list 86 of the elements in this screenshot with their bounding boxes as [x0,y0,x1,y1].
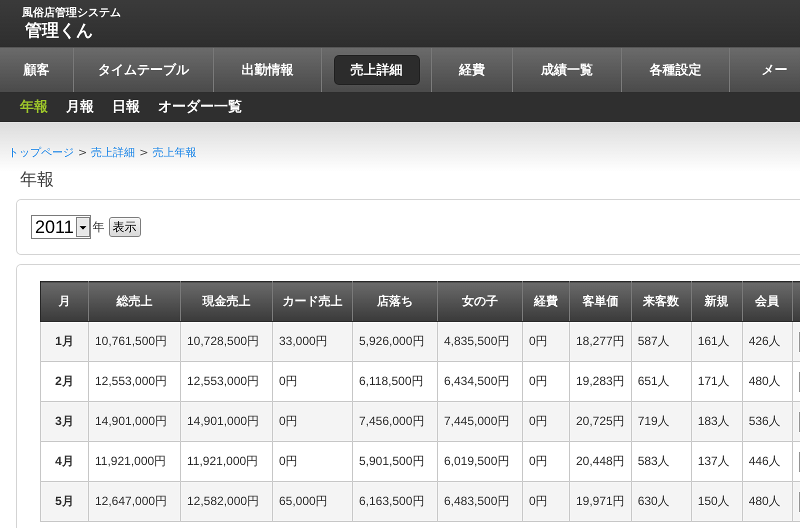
column-header: 経費 [522,282,570,322]
column-header: 女の子 [438,282,522,322]
table-cell: 426人 [742,322,792,362]
subnav-link[interactable]: 月報 [66,98,94,116]
table-cell: 65,000円 [272,482,352,522]
table-cell: 480人 [742,482,792,522]
table-cell: 7,456,000円 [352,402,438,442]
column-header: 総売上 [88,282,180,322]
table-cell: 1月 [40,322,88,362]
table-cell: 5月 [40,482,88,522]
table-cell: 12,582,000円 [180,482,272,522]
table-cell: 587人 [631,322,692,362]
table-cell: 0円 [522,362,570,402]
table-cell: 719人 [631,402,692,442]
page-title: 年報 [20,169,55,191]
year-unit: 年 [92,218,105,236]
table-cell: 14,901,000円 [88,402,180,442]
table-cell: 6,434,500円 [438,362,522,402]
table-cell: 4,835,500円 [438,322,522,362]
column-header: 客単価 [570,282,632,322]
table-cell: 19,283円 [570,362,632,402]
table-cell: 480人 [742,362,792,402]
table-cell: 6,118,500円 [352,362,438,402]
table-cell: 0円 [272,442,352,482]
show-button[interactable]: 表示 [108,217,141,237]
column-header: 来客数 [631,282,692,322]
nav-tab[interactable]: 経費 [442,55,502,85]
table-cell: 0円 [272,402,352,442]
table-cell: 11,921,000円 [180,442,272,482]
table-cell: 0円 [522,442,570,482]
table-cell: 2月 [40,362,88,402]
table-cell: 11,921,000円 [88,442,180,482]
column-header: 新規 [691,282,742,322]
table-cell: 536人 [742,402,792,442]
table-cell: 137人 [691,442,742,482]
table-cell: 171人 [691,362,742,402]
column-header: 現金売上 [180,282,272,322]
table-cell: 3月 [40,402,88,442]
table-cell: 0円 [522,322,570,362]
table-cell: 150人 [691,482,742,522]
subnav-link[interactable]: 日報 [112,98,140,116]
table-cell: 12,647,000円 [88,482,180,522]
table-cell: 14,901,000円 [180,402,272,442]
nav-tab[interactable]: 成績一覧 [524,55,610,85]
table-cell: 20,725円 [570,402,632,442]
table-cell: 5,926,000円 [352,322,438,362]
table-cell: 12,553,000円 [88,362,180,402]
subnav-link[interactable]: オーダー一覧 [158,98,242,116]
breadcrumb-separator: > [78,146,88,158]
nav-tab[interactable]: 顧客 [6,55,66,85]
table-cell: 630人 [631,482,692,522]
year-select[interactable]: 2011 [31,215,91,239]
table-cell: 18,277円 [570,322,632,362]
column-header: カード売上 [272,282,352,322]
nav-tab[interactable]: 売上詳細 [334,55,420,85]
nav-tab[interactable]: メー [744,55,800,85]
column-header: 月 [40,282,88,322]
nav-tab[interactable]: 各種設定 [632,55,718,85]
table-cell: 10,761,500円 [88,322,180,362]
table-cell: 10,728,500円 [180,322,272,362]
table-cell: 0円 [272,362,352,402]
subnav-link[interactable]: 年報 [20,98,48,116]
column-header: 店落ち [352,282,438,322]
table-cell: 6,163,500円 [352,482,438,522]
table-cell: 183人 [691,402,742,442]
nav-tab[interactable]: タイムテーブル [81,55,206,85]
table-cell: 7,445,000円 [438,402,522,442]
table-cell: 446人 [742,442,792,482]
app-title: 管理くん [24,20,94,42]
table-cell: 0円 [522,402,570,442]
app-subtitle: 風俗店管理システム [22,6,122,20]
table-cell: 651人 [631,362,692,402]
table-cell: 161人 [691,322,742,362]
breadcrumb-separator: > [139,146,148,158]
table-cell: 12,553,000円 [180,362,272,402]
table-cell: 20,448円 [570,442,632,482]
table-cell: 6,483,500円 [438,482,522,522]
table-cell: 4月 [40,442,88,482]
nav-tab[interactable]: 出勤情報 [224,55,310,85]
table-cell: 583人 [631,442,692,482]
table-cell: 5,901,500円 [352,442,438,482]
column-header: 会員 [742,282,792,322]
table-cell: 0円 [522,482,570,522]
table-cell: 19,971円 [570,482,632,522]
table-cell: 33,000円 [272,322,352,362]
table-cell: 6,019,500円 [438,442,522,482]
